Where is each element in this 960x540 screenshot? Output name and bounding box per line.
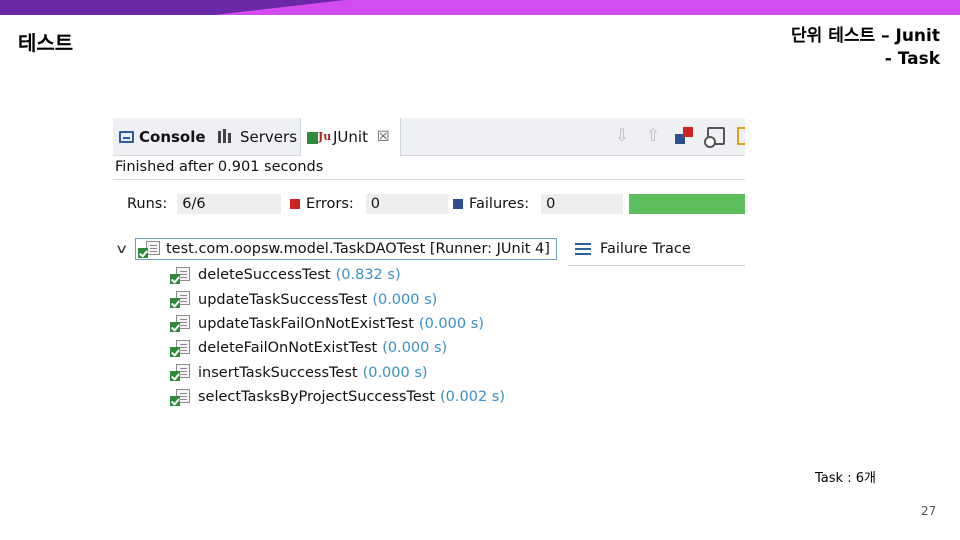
subtitle-line-1: 단위 테스트 – Junit xyxy=(791,26,940,46)
chevron-down-icon[interactable]: v xyxy=(117,242,138,257)
task-count-note: Task : 6개 xyxy=(815,471,876,486)
tab-servers[interactable]: Servers xyxy=(217,118,297,155)
stack-trace-icon xyxy=(575,243,591,255)
test-passed-icon xyxy=(170,266,190,284)
failures-label: Failures: xyxy=(469,196,530,212)
console-icon xyxy=(119,130,134,143)
junit-view-panel: Console Servers Ju JUnit ☒ ⇩ ⇧ Finished … xyxy=(113,118,745,413)
tab-servers-label: Servers xyxy=(240,127,298,146)
test-duration: (0.000 s) xyxy=(372,291,438,308)
slide-title: 테스트 xyxy=(18,31,74,55)
servers-icon xyxy=(217,128,235,145)
test-duration: (0.000 s) xyxy=(382,340,448,357)
view-tab-bar: Console Servers Ju JUnit ☒ ⇩ ⇧ xyxy=(113,118,745,156)
next-failure-icon[interactable]: ⇩ xyxy=(613,127,631,145)
previous-failure-icon[interactable]: ⇧ xyxy=(644,127,662,145)
progress-bar xyxy=(629,194,745,214)
test-duration: (0.832 s) xyxy=(335,267,401,284)
show-failures-only-icon[interactable] xyxy=(675,127,693,145)
tab-console-label: Console xyxy=(139,127,206,146)
test-passed-icon xyxy=(170,388,190,406)
errors-counter: Errors: 0 xyxy=(290,194,448,214)
tab-junit[interactable]: Ju JUnit ☒ xyxy=(300,118,401,156)
test-duration: (0.000 s) xyxy=(418,315,484,332)
test-passed-icon xyxy=(170,291,190,309)
slide-subtitle: 단위 테스트 – Junit - Task xyxy=(791,25,940,71)
failures-value: 0 xyxy=(541,194,624,214)
view-menu-icon[interactable] xyxy=(737,127,745,145)
test-list: deleteSuccessTest (0.832 s) updateTaskSu… xyxy=(170,263,505,409)
test-name: deleteSuccessTest xyxy=(198,267,331,284)
junit-icon: Ju xyxy=(307,129,331,145)
errors-label: Errors: xyxy=(306,196,354,212)
test-suite-label: test.com.oopsw.model.TaskDAOTest [Runner… xyxy=(166,241,550,257)
test-name: updateTaskSuccessTest xyxy=(198,291,368,308)
runs-value: 6/6 xyxy=(177,194,282,214)
test-name: insertTaskSuccessTest xyxy=(198,364,358,381)
progress-bar-fill xyxy=(629,194,745,214)
close-icon[interactable]: ☒ xyxy=(377,129,390,145)
tab-console[interactable]: Console xyxy=(119,118,206,155)
errors-value: 0 xyxy=(365,194,448,214)
test-suite-row[interactable]: v test.com.oopsw.model.TaskDAOTest [Runn… xyxy=(117,238,557,260)
banner-accent xyxy=(0,0,345,15)
runs-label: Runs: xyxy=(127,196,168,212)
top-banner xyxy=(0,0,960,15)
test-run-history-icon[interactable] xyxy=(704,127,725,148)
failures-counter: Failures: 0 xyxy=(453,194,624,214)
test-case-row[interactable]: insertTaskSuccessTest (0.000 s) xyxy=(170,361,505,385)
test-passed-icon xyxy=(170,315,190,333)
page-number: 27 xyxy=(921,504,937,518)
test-passed-icon xyxy=(170,364,190,382)
test-name: deleteFailOnNotExistTest xyxy=(198,340,378,357)
divider xyxy=(113,179,745,180)
tab-junit-label: JUnit xyxy=(333,128,368,146)
failure-trace-label: Failure Trace xyxy=(600,241,691,257)
suite-passed-icon xyxy=(138,240,160,258)
test-case-row[interactable]: deleteSuccessTest (0.832 s) xyxy=(170,263,505,287)
test-duration: (0.002 s) xyxy=(440,389,505,406)
subtitle-line-2: - Task xyxy=(884,49,940,69)
failure-icon xyxy=(453,199,463,209)
failure-trace-header: Failure Trace xyxy=(575,238,691,260)
test-name: selectTasksByProjectSuccessTest xyxy=(198,389,435,406)
test-case-row[interactable]: updateTaskFailOnNotExistTest (0.000 s) xyxy=(170,312,505,336)
failure-trace-divider xyxy=(568,265,745,266)
test-passed-icon xyxy=(170,339,190,357)
error-icon xyxy=(290,199,300,209)
test-case-row[interactable]: selectTasksByProjectSuccessTest (0.002 s… xyxy=(170,385,505,409)
test-duration: (0.000 s) xyxy=(362,364,428,381)
test-suite-node[interactable]: test.com.oopsw.model.TaskDAOTest [Runner… xyxy=(135,238,557,260)
run-status-text: Finished after 0.901 seconds xyxy=(115,159,324,175)
test-case-row[interactable]: deleteFailOnNotExistTest (0.000 s) xyxy=(170,336,505,360)
test-name: updateTaskFailOnNotExistTest xyxy=(198,315,414,332)
test-case-row[interactable]: updateTaskSuccessTest (0.000 s) xyxy=(170,287,505,311)
runs-counter: Runs: 6/6 xyxy=(127,194,282,214)
